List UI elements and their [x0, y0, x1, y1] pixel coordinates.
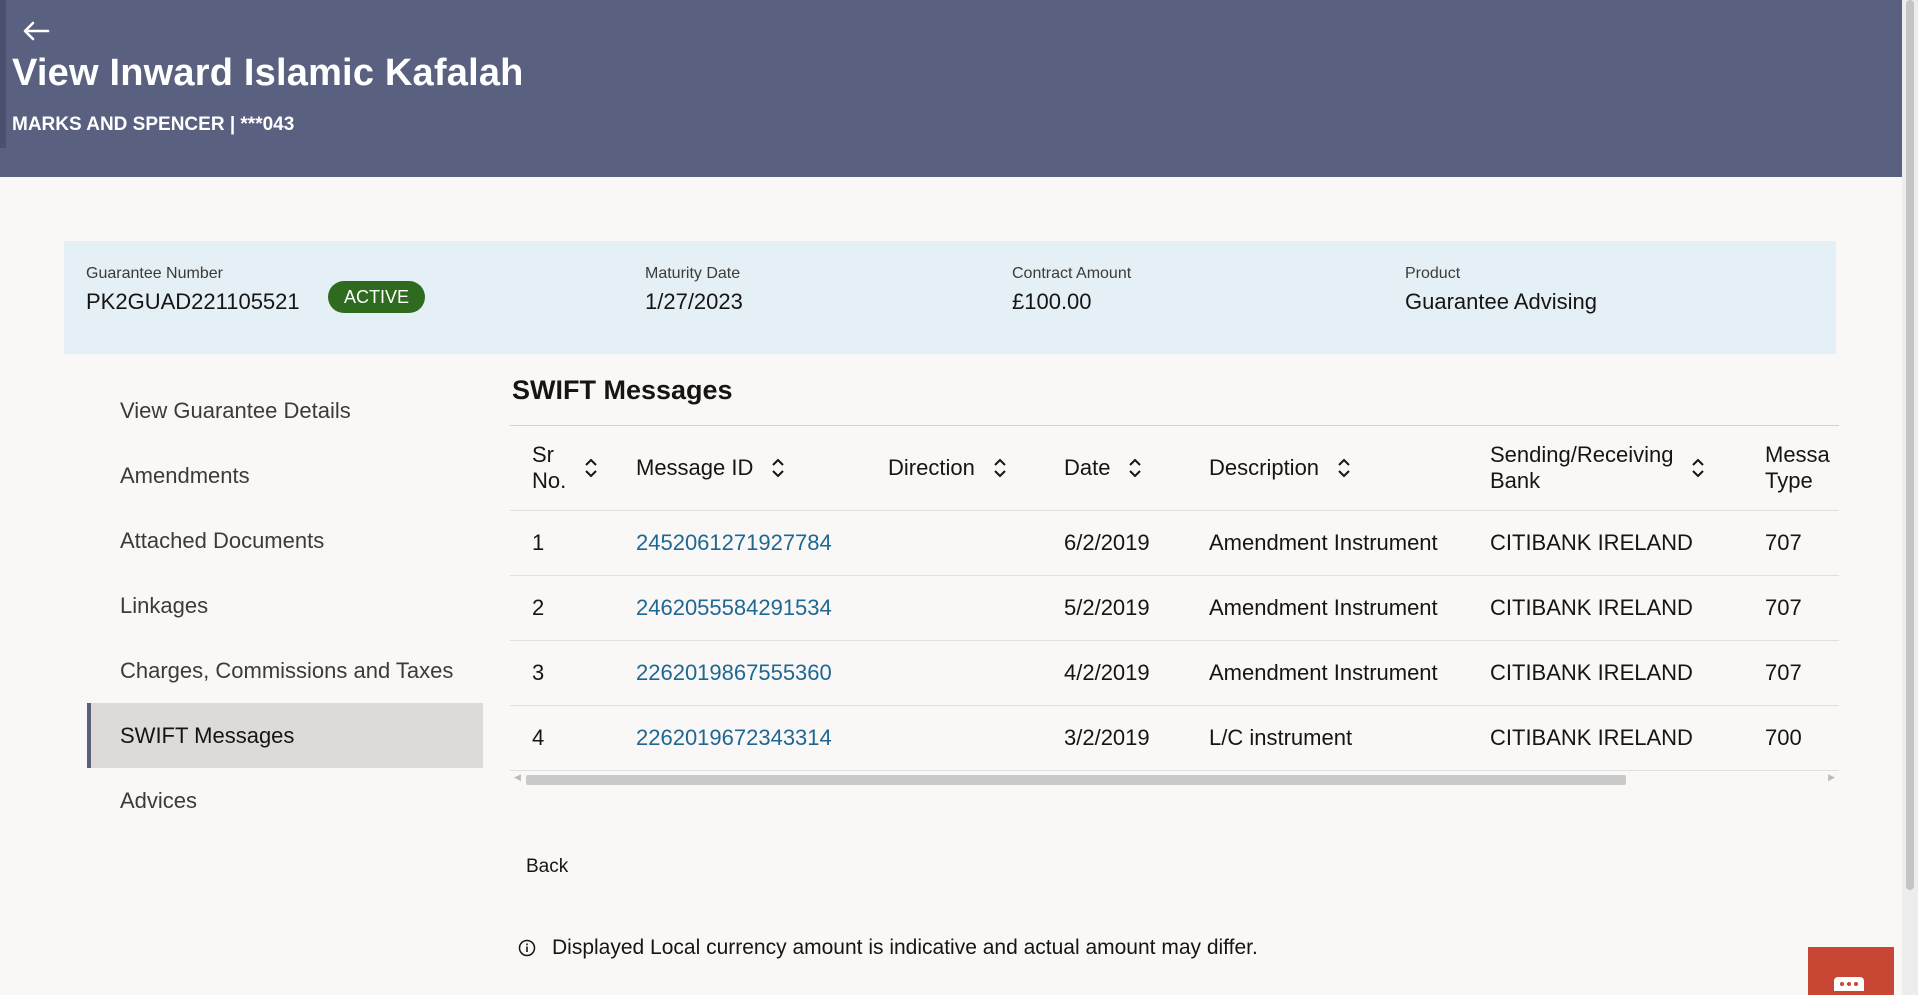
vertical-scrollbar-thumb[interactable] — [1906, 0, 1914, 890]
message-id-link[interactable]: 2462055584291534 — [636, 595, 832, 620]
cell-sr-no: 4 — [510, 705, 636, 771]
column-header-description[interactable]: Description — [1209, 426, 1490, 511]
side-navigation: View Guarantee Details Amendments Attach… — [87, 378, 483, 833]
nav-item-attached-documents[interactable]: Attached Documents — [87, 508, 483, 573]
contract-amount-label: Contract Amount — [1012, 265, 1132, 282]
disclaimer-text: Displayed Local currency amount is indic… — [552, 936, 1258, 959]
table-header-row: Sr No. Message ID Direction Date Descript… — [510, 426, 1839, 511]
nav-item-amendments[interactable]: Amendments — [87, 443, 483, 508]
horizontal-scrollbar-thumb[interactable] — [526, 775, 1626, 785]
sort-icon[interactable] — [771, 457, 785, 479]
page-subtitle: MARKS AND SPENCER | ***043 — [12, 114, 295, 135]
scroll-right-icon[interactable]: ▶ — [1828, 772, 1835, 783]
chat-icon — [1834, 977, 1864, 991]
cell-message-id: 2262019867555360 — [636, 640, 888, 706]
table-row: 4 2262019672343314 3/2/2019 L/C instrume… — [510, 705, 1839, 771]
nav-item-advices[interactable]: Advices — [87, 768, 483, 833]
cell-date: 3/2/2019 — [1064, 705, 1209, 771]
maturity-date-label: Maturity Date — [645, 265, 741, 282]
sort-icon[interactable] — [584, 457, 598, 479]
table-row: 1 2452061271927784 6/2/2019 Amendment In… — [510, 510, 1839, 576]
sort-icon[interactable] — [1128, 457, 1142, 479]
cell-message-id: 2452061271927784 — [636, 510, 888, 576]
table-row: 3 2262019867555360 4/2/2019 Amendment In… — [510, 640, 1839, 706]
sort-icon[interactable] — [1691, 457, 1705, 479]
contract-amount-block: Contract Amount £100.00 — [1012, 265, 1131, 315]
guarantee-number-label: Guarantee Number — [86, 265, 223, 282]
cell-sr-no: 2 — [510, 575, 636, 641]
guarantee-number-block: Guarantee Number PK2GUAD221105521 — [86, 265, 300, 315]
chat-button[interactable] — [1808, 947, 1894, 995]
cell-sr-no: 1 — [510, 510, 636, 576]
cell-date: 6/2/2019 — [1064, 510, 1209, 576]
swift-messages-table: Sr No. Message ID Direction Date Descript… — [510, 426, 1839, 771]
cell-direction — [888, 575, 1064, 641]
cell-message-id: 2462055584291534 — [636, 575, 888, 641]
status-badge: ACTIVE — [328, 281, 426, 313]
cell-description: Amendment Instrument — [1209, 640, 1490, 706]
info-icon — [518, 939, 536, 957]
nav-item-view-guarantee-details[interactable]: View Guarantee Details — [87, 378, 483, 443]
cell-message-type: 707 — [1765, 510, 1839, 576]
cell-direction — [888, 510, 1064, 576]
vertical-scrollbar[interactable] — [1902, 0, 1918, 995]
cell-description: Amendment Instrument — [1209, 510, 1490, 576]
cell-bank: CITIBANK IRELAND — [1490, 705, 1765, 771]
cell-direction — [888, 640, 1064, 706]
section-title: SWIFT Messages — [512, 375, 733, 405]
table-row: 2 2462055584291534 5/2/2019 Amendment In… — [510, 575, 1839, 641]
column-header-sr-no[interactable]: Sr No. — [510, 426, 636, 511]
message-id-link[interactable]: 2262019672343314 — [636, 725, 832, 750]
cell-description: L/C instrument — [1209, 705, 1490, 771]
cell-message-type: 700 — [1765, 705, 1839, 771]
column-header-direction[interactable]: Direction — [888, 426, 1064, 511]
column-header-message-id[interactable]: Message ID — [636, 426, 888, 511]
cell-message-id: 2262019672343314 — [636, 705, 888, 771]
cell-direction — [888, 705, 1064, 771]
guarantee-summary: Guarantee Number PK2GUAD221105521 ACTIVE… — [64, 241, 1836, 354]
maturity-date-value: 1/27/2023 — [645, 289, 743, 314]
message-id-link[interactable]: 2262019867555360 — [636, 660, 832, 685]
nav-item-linkages[interactable]: Linkages — [87, 573, 483, 638]
back-button[interactable]: Back — [526, 856, 568, 878]
cell-message-type: 707 — [1765, 640, 1839, 706]
cell-message-type: 707 — [1765, 575, 1839, 641]
cell-description: Amendment Instrument — [1209, 575, 1490, 641]
cell-date: 4/2/2019 — [1064, 640, 1209, 706]
page-title: View Inward Islamic Kafalah — [12, 52, 524, 94]
column-header-message-type[interactable]: Messa Type — [1765, 426, 1839, 511]
sort-icon[interactable] — [1337, 457, 1351, 479]
product-value: Guarantee Advising — [1405, 289, 1598, 314]
scroll-left-icon[interactable]: ◀ — [514, 772, 521, 783]
contract-amount-value: £100.00 — [1012, 289, 1092, 314]
sort-icon[interactable] — [993, 457, 1007, 479]
nav-item-charges-commissions-taxes[interactable]: Charges, Commissions and Taxes — [87, 638, 483, 703]
cell-bank: CITIBANK IRELAND — [1490, 640, 1765, 706]
currency-disclaimer: Displayed Local currency amount is indic… — [518, 936, 1258, 960]
cell-bank: CITIBANK IRELAND — [1490, 575, 1765, 641]
column-header-date[interactable]: Date — [1064, 426, 1209, 511]
maturity-date-block: Maturity Date 1/27/2023 — [645, 265, 743, 315]
product-label: Product — [1405, 265, 1461, 282]
app-root: View Inward Islamic Kafalah MARKS AND SP… — [0, 0, 1902, 995]
cell-bank: CITIBANK IRELAND — [1490, 510, 1765, 576]
column-header-sending-receiving-bank[interactable]: Sending/Receiving Bank — [1490, 426, 1765, 511]
message-id-link[interactable]: 2452061271927784 — [636, 530, 832, 555]
arrow-left-icon[interactable] — [22, 20, 50, 42]
product-block: Product Guarantee Advising — [1405, 265, 1597, 315]
header-edge — [0, 0, 6, 148]
cell-sr-no: 3 — [510, 640, 636, 706]
guarantee-number-value: PK2GUAD221105521 — [86, 289, 300, 314]
page-header: View Inward Islamic Kafalah MARKS AND SP… — [0, 0, 1902, 177]
horizontal-scrollbar[interactable]: ◀ ▶ — [510, 772, 1839, 786]
nav-item-swift-messages[interactable]: SWIFT Messages — [87, 703, 483, 768]
cell-date: 5/2/2019 — [1064, 575, 1209, 641]
swift-messages-table-container: Sr No. Message ID Direction Date Descript… — [510, 425, 1839, 786]
